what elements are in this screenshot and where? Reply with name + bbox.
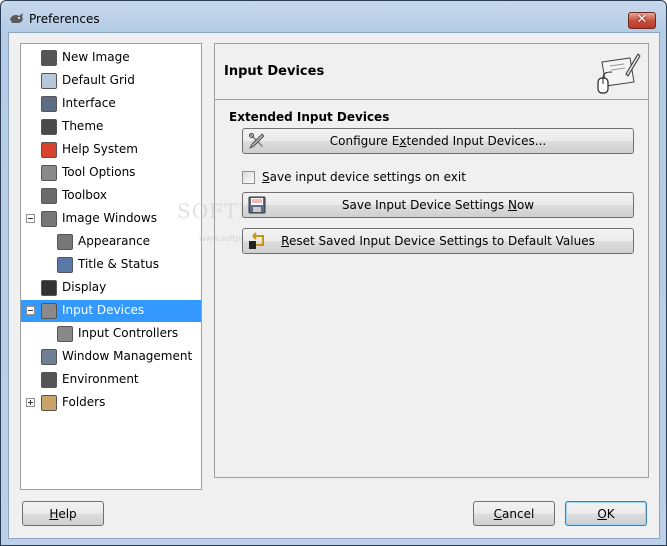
help-label: Help — [49, 507, 77, 521]
reset-label: Reset Saved Input Device Settings to Def… — [281, 234, 595, 248]
sidebar-item-input-devices[interactable]: Input Devices — [21, 300, 201, 322]
sidebar-item-label: Environment — [62, 372, 139, 386]
sidebar-item-theme[interactable]: Theme — [21, 116, 201, 138]
collapse-icon[interactable] — [26, 306, 35, 315]
sidebar-item-appearance[interactable]: Appearance — [21, 231, 201, 253]
panel-header: Input Devices — [215, 44, 648, 100]
reset-input-device-settings-button[interactable]: Reset Saved Input Device Settings to Def… — [242, 228, 634, 254]
title-status-icon — [57, 257, 73, 273]
ok-label: OK — [597, 507, 615, 521]
display-icon — [41, 280, 57, 296]
sidebar-item-label: Toolbox — [62, 188, 107, 202]
close-button[interactable]: ✕ — [628, 12, 656, 29]
sidebar-item-interface[interactable]: Interface — [21, 93, 201, 115]
environment-icon — [41, 372, 57, 388]
sidebar-item-label: Theme — [62, 119, 104, 133]
sidebar-item-label: Image Windows — [62, 211, 157, 225]
image-window-icon — [41, 211, 57, 227]
tools-icon — [41, 188, 57, 204]
save-on-exit-checkbox[interactable] — [242, 171, 255, 184]
grid-icon — [41, 73, 57, 89]
tools-icon — [249, 133, 265, 149]
section-title: Extended Input Devices — [229, 110, 390, 124]
sidebar-item-label: Default Grid — [62, 73, 135, 87]
reset-icon — [249, 232, 264, 249]
theme-icon — [41, 119, 57, 135]
window-management-icon — [41, 349, 57, 365]
sidebar-item-label: Display — [62, 280, 107, 294]
close-icon: ✕ — [636, 12, 648, 27]
sidebar-item-label: Title & Status — [78, 257, 159, 271]
panel-title: Input Devices — [224, 64, 325, 79]
input-devices-icon — [41, 303, 57, 319]
ok-button[interactable]: OK — [565, 501, 647, 526]
settings-panel: Input Devices Extended Input Devices Con… — [214, 43, 649, 478]
help-button[interactable]: Help — [22, 501, 104, 526]
preferences-window: Preferences ✕ New Image Default Grid Inter… — [0, 0, 667, 546]
save-now-label: Save Input Device Settings Now — [341, 198, 535, 212]
input-controllers-icon — [57, 326, 73, 342]
image-window-icon — [57, 234, 73, 250]
input-devices-large-icon — [597, 53, 641, 94]
sidebar-item-new-image[interactable]: New Image — [21, 47, 201, 69]
preferences-category-tree[interactable]: New Image Default Grid Interface Theme Help … — [20, 43, 202, 490]
interface-icon — [41, 96, 57, 112]
gimp-icon — [10, 13, 23, 23]
configure-extended-input-devices-button[interactable]: Configure Extended Input Devices... — [242, 128, 634, 154]
expand-icon[interactable] — [26, 398, 35, 407]
sidebar-item-input-controllers[interactable]: Input Controllers — [21, 323, 201, 345]
sidebar-item-display[interactable]: Display — [21, 277, 201, 299]
cancel-button[interactable]: Cancel — [473, 501, 555, 526]
cancel-label: Cancel — [493, 507, 535, 521]
floppy-disk-icon — [248, 196, 266, 214]
sidebar-item-help-system[interactable]: Help System — [21, 139, 201, 161]
window-title: Preferences — [29, 12, 100, 26]
folder-icon — [41, 395, 57, 411]
dialog-body: New Image Default Grid Interface Theme Help … — [8, 32, 660, 539]
sidebar-item-tool-options[interactable]: Tool Options — [21, 162, 201, 184]
sidebar-item-label: Help System — [62, 142, 138, 156]
sidebar-item-label: Input Controllers — [78, 326, 179, 340]
sidebar-item-default-grid[interactable]: Default Grid — [21, 70, 201, 92]
sidebar-item-environment[interactable]: Environment — [21, 369, 201, 391]
sidebar-item-label: Window Management — [62, 349, 193, 363]
sidebar-item-window-management[interactable]: Window Management — [21, 346, 201, 368]
sidebar-item-label: Folders — [62, 395, 106, 409]
sidebar-item-label: Appearance — [78, 234, 151, 248]
tool-options-icon — [41, 165, 57, 181]
collapse-icon[interactable] — [26, 214, 35, 223]
sidebar-item-label: Interface — [62, 96, 116, 110]
sidebar-item-label: New Image — [62, 50, 130, 64]
save-input-device-settings-now-button[interactable]: Save Input Device Settings Now — [242, 192, 634, 218]
save-on-exit-label[interactable]: Save input device settings on exit — [262, 170, 466, 184]
sidebar-item-image-windows[interactable]: Image Windows — [21, 208, 201, 230]
sidebar-item-folders[interactable]: Folders — [21, 392, 201, 414]
sidebar-item-label: Tool Options — [62, 165, 136, 179]
lifebuoy-icon — [41, 142, 57, 158]
configure-label: Configure Extended Input Devices... — [329, 134, 547, 148]
new-image-icon — [41, 50, 57, 66]
sidebar-item-toolbox[interactable]: Toolbox — [21, 185, 201, 207]
sidebar-item-title-status[interactable]: Title & Status — [21, 254, 201, 276]
sidebar-item-label: Input Devices — [62, 303, 145, 317]
